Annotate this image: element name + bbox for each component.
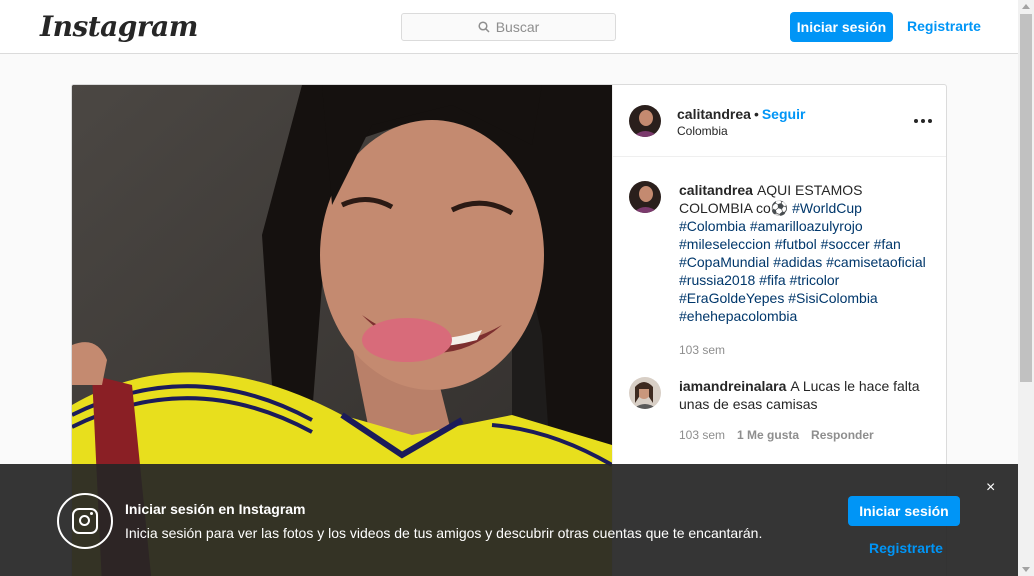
login-button[interactable]: Iniciar sesión [790,12,893,42]
post-author: calitandrea • Seguir [677,106,805,122]
scrollbar[interactable] [1018,0,1034,576]
search-placeholder: Buscar [495,19,540,35]
hashtag[interactable]: #WorldCup [792,200,862,216]
hashtag[interactable]: #ehehepacolombia [679,308,797,324]
comment-body: iamandreinalara A Lucas le hace falta una… [679,377,929,444]
hashtag[interactable]: #fan [874,236,901,252]
avatar[interactable] [629,377,661,409]
avatar[interactable] [629,105,661,137]
hashtag[interactable]: #amarilloazulyrojo [750,218,863,234]
instagram-icon [57,493,113,549]
banner-text: Inicia sesión para ver las fotos y los v… [125,525,763,541]
hashtag[interactable]: #Colombia [679,218,746,234]
avatar-image [629,105,661,137]
hashtag[interactable]: #SisiColombia [788,290,877,306]
banner-login-button[interactable]: Iniciar sesión [848,496,960,526]
search-icon [478,21,490,33]
comment-username[interactable]: iamandreinalara [679,378,786,394]
post-location[interactable]: Colombia [677,124,728,138]
comment-meta: 103 sem 1 Me gusta Responder [679,426,929,444]
hashtag[interactable]: #camisetaoficial [826,254,926,270]
caption-time[interactable]: 103 sem [679,341,725,359]
separator-dot: • [753,106,759,122]
hashtag[interactable]: #mileseleccion [679,236,771,252]
instagram-logo[interactable]: Instagram [40,10,198,43]
hashtag[interactable]: #soccer [821,236,870,252]
register-link[interactable]: Registrarte [907,18,981,34]
comment-text-block: iamandreinalara A Lucas le hace falta una… [679,377,929,413]
banner-title: Iniciar sesión en Instagram [125,501,306,517]
caption-username[interactable]: calitandrea [679,182,753,198]
scroll-down-arrow-icon[interactable] [1022,567,1030,572]
hashtag[interactable]: #CopaMundial [679,254,769,270]
post-header: calitandrea • Seguir Colombia [613,85,946,157]
caption-meta: 103 sem [679,341,929,359]
avatar-image [629,377,661,409]
hashtag[interactable]: #russia2018 [679,272,755,288]
top-nav: Instagram Buscar Iniciar sesión Registra… [0,0,1018,54]
search-input[interactable]: Buscar [401,13,616,41]
scroll-up-arrow-icon[interactable] [1022,4,1030,9]
reply-button[interactable]: Responder [811,426,874,444]
comment-likes[interactable]: 1 Me gusta [737,426,799,444]
hashtag[interactable]: #futbol [775,236,817,252]
avatar-image [629,181,661,213]
caption-text-block: calitandrea AQUI ESTAMOS COLOMBIA co⚽ #Wo… [679,181,929,325]
scrollbar-thumb[interactable] [1020,14,1032,382]
hashtag[interactable]: #fifa [759,272,785,288]
banner-register-link[interactable]: Registrarte [869,540,943,556]
avatar[interactable] [629,181,661,213]
login-banner: Iniciar sesión en Instagram Inicia sesió… [0,464,1018,576]
more-options-icon[interactable] [914,119,932,123]
hashtag[interactable]: #adidas [773,254,822,270]
author-username[interactable]: calitandrea [677,106,751,122]
caption-body: calitandrea AQUI ESTAMOS COLOMBIA co⚽ #Wo… [679,181,929,359]
hashtag[interactable]: #EraGoldeYepes [679,290,784,306]
close-icon[interactable]: × [986,480,995,496]
hashtag[interactable]: #tricolor [790,272,840,288]
follow-button[interactable]: Seguir [762,106,806,122]
comment-time[interactable]: 103 sem [679,426,725,444]
